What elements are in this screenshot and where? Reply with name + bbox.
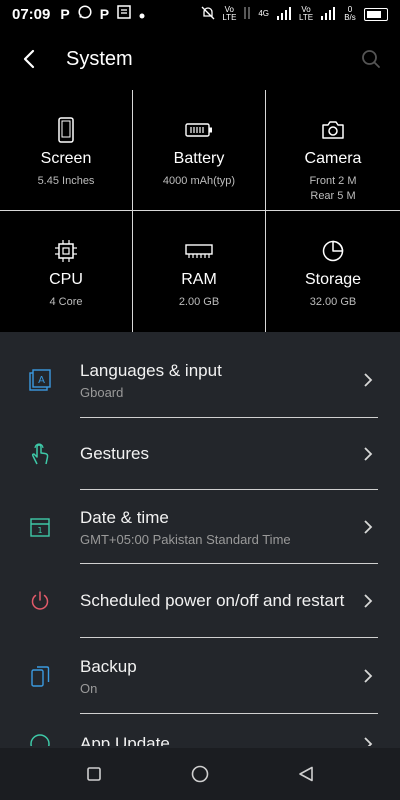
spec-name: Battery — [173, 150, 225, 167]
spec-cpu[interactable]: CPU 4 Core — [0, 211, 133, 332]
spec-name: Screen — [40, 150, 92, 167]
page-title: System — [66, 47, 133, 70]
volte-label-2: Vo LTE — [299, 5, 314, 22]
chevron-right-icon — [364, 447, 373, 461]
status-time: 07:09 — [12, 5, 51, 23]
settings-item-title: Gestures — [80, 444, 149, 463]
spec-ram[interactable]: RAM 2.00 GB — [133, 211, 266, 332]
chevron-right-icon — [364, 737, 373, 746]
spec-screen[interactable]: Screen 5.45 Inches — [0, 90, 133, 211]
settings-item-title: App Update — [80, 734, 170, 746]
gesture-hand-icon — [28, 442, 52, 466]
app-update-icon — [28, 732, 52, 746]
spec-name: CPU — [49, 271, 83, 288]
spec-name: RAM — [181, 271, 217, 288]
battery-icon — [364, 7, 388, 21]
settings-item-title: Scheduled power on/off and restart — [80, 591, 345, 610]
settings-item-date-time[interactable]: 1 Date & time GMT+05:00 Pakistan Standar… — [0, 490, 400, 564]
search-icon — [362, 50, 380, 68]
network-4g-label: 4G — [258, 9, 269, 18]
settings-list: A Languages & input Gboard Gestures 1 Da… — [0, 342, 400, 746]
settings-item-app-update[interactable]: App Update — [0, 714, 400, 746]
back-button[interactable] — [14, 44, 44, 74]
cpu-chip-icon — [54, 237, 78, 265]
svg-text:A: A — [38, 375, 45, 386]
volte-label-1: Vo LTE — [222, 5, 237, 22]
notification-p-icon-2: P — [99, 6, 110, 22]
settings-item-subtitle: On — [80, 680, 98, 696]
settings-item-backup[interactable]: Backup On — [0, 638, 400, 714]
system-navigation-bar — [0, 748, 400, 800]
spec-name: Storage — [304, 271, 362, 288]
spec-battery[interactable]: Battery 4000 mAh(typ) — [133, 90, 266, 211]
chevron-right-icon — [364, 520, 373, 534]
back-arrow-icon — [23, 49, 35, 69]
status-right: Vo LTE 4G Vo LTE 0 B/s — [201, 6, 388, 22]
spec-value: 2.00 GB — [178, 296, 220, 308]
settings-item-title: Languages & input — [80, 360, 222, 380]
settings-item-gestures[interactable]: Gestures — [0, 418, 400, 490]
settings-item-title: Backup — [80, 656, 137, 676]
storage-pie-icon — [322, 237, 344, 265]
spec-value: Front 2 M — [309, 175, 357, 187]
spec-value-2: Rear 5 M — [310, 190, 356, 202]
data-arrows-icon — [243, 6, 251, 22]
triangle-back-icon — [299, 766, 313, 782]
app-header: System — [0, 28, 400, 90]
settings-item-title: Date & time — [80, 507, 169, 527]
svg-text:1: 1 — [37, 526, 42, 535]
spec-camera[interactable]: Camera Front 2 M Rear 5 M — [266, 90, 400, 211]
mute-icon — [201, 6, 215, 22]
back-nav-button[interactable] — [294, 762, 318, 786]
spec-value: 32.00 GB — [309, 296, 357, 308]
settings-item-scheduled-power[interactable]: Scheduled power on/off and restart — [0, 564, 400, 638]
backup-icon — [28, 664, 52, 688]
spec-value: 4 Core — [49, 296, 83, 308]
camera-icon — [321, 116, 345, 144]
more-notifications-dot-icon — [139, 6, 145, 23]
notification-p-icon: P — [60, 6, 70, 22]
chevron-right-icon — [364, 373, 373, 387]
signal-icon-2 — [320, 6, 336, 22]
settings-item-languages[interactable]: A Languages & input Gboard — [0, 342, 400, 418]
status-bar: 07:09 P P Vo LTE 4G Vo LTE 0 B/s — [0, 0, 400, 28]
circle-icon — [191, 765, 209, 783]
settings-item-subtitle: Gboard — [80, 384, 124, 400]
whatsapp-icon — [78, 5, 92, 23]
spec-value: 5.45 Inches — [37, 175, 95, 187]
chevron-right-icon — [364, 669, 373, 683]
ram-icon — [185, 237, 213, 265]
power-icon — [28, 589, 52, 613]
calendar-icon: 1 — [28, 515, 52, 539]
language-icon: A — [28, 368, 52, 392]
recent-apps-button[interactable] — [82, 762, 106, 786]
chevron-right-icon — [364, 594, 373, 608]
square-icon — [87, 767, 101, 781]
news-icon — [117, 5, 131, 23]
data-rate: 0 B/s — [344, 5, 356, 22]
phone-screen-icon — [58, 116, 74, 144]
device-specs-grid: Screen 5.45 Inches Battery 4000 mAh(typ)… — [0, 90, 400, 332]
signal-icon — [276, 6, 292, 22]
settings-item-subtitle: GMT+05:00 Pakistan Standard Time — [80, 531, 291, 547]
spec-value: 4000 mAh(typ) — [162, 175, 236, 187]
spec-storage[interactable]: Storage 32.00 GB — [266, 211, 400, 332]
home-button[interactable] — [188, 762, 212, 786]
battery-spec-icon — [185, 116, 213, 144]
search-button[interactable] — [356, 44, 386, 74]
spec-name: Camera — [304, 150, 362, 167]
